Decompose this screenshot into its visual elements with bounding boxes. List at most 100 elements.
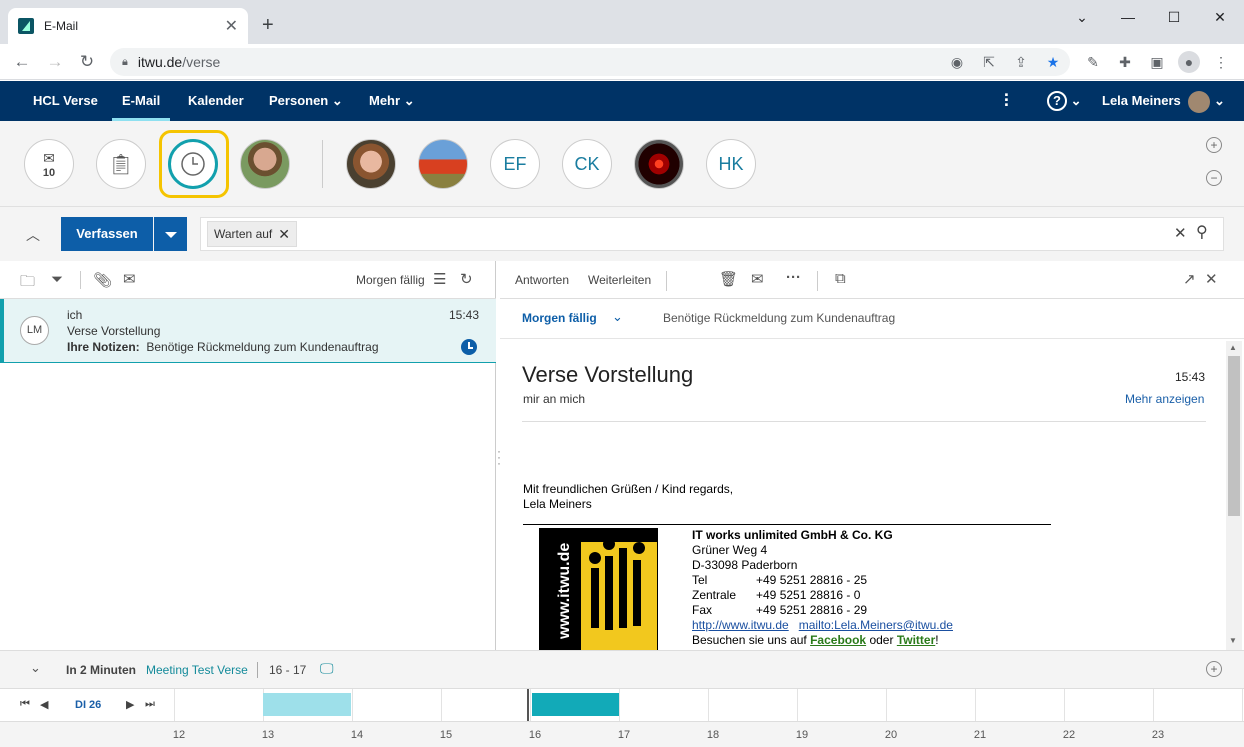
waiting-clock-icon[interactable] [461,339,477,355]
event-title[interactable]: Meeting Test Verse [146,663,248,677]
sender-avatar: LM [20,316,49,345]
signature-rule [523,524,1051,525]
waiting-bubble[interactable] [168,139,218,189]
timeline-hour-divider [1064,689,1065,721]
presentation-icon[interactable]: 🖵︎ [320,660,334,677]
folder-icon[interactable]: 🗀 [20,271,35,296]
sig-central-label: Zentrale [692,588,737,602]
app-navbar: HCL Verse E-Mail Kalender Personen ⌄ Meh… [0,81,1244,121]
chevron-down-icon[interactable]: ⌄ [612,309,623,325]
side-panel-icon[interactable]: ▣ [1148,53,1166,71]
todo-bubble[interactable]: 📋︎ [96,139,146,189]
collapse-up-icon[interactable]: ︿ [26,225,40,245]
twitter-link[interactable]: Twitter [897,633,935,647]
timeline-hour-divider [708,689,709,721]
refresh-icon[interactable]: ↻ [460,270,473,288]
new-tab-icon[interactable]: + [262,14,274,37]
contact-photo-4[interactable] [634,139,684,189]
search-input[interactable] [200,217,1224,251]
contact-photo-1[interactable] [240,139,290,189]
last-day-icon[interactable]: ⏭ [145,698,155,711]
next-day-icon[interactable]: ▶ [126,698,134,711]
share-icon[interactable]: ⇪ [1012,53,1030,71]
contact-photo-2[interactable] [346,139,396,189]
due-label[interactable]: Morgen fällig [522,311,597,325]
close-reading-icon[interactable]: ✕ [1205,270,1218,288]
scroll-down-icon[interactable]: ▼ [1229,636,1237,645]
contact-photo-3[interactable] [418,139,468,189]
sig-fax: +49 5251 28816 - 29 [756,603,868,617]
timeline-hour-label: 21 [973,729,987,741]
sort-label[interactable]: Morgen fällig [356,273,425,287]
contact-hk[interactable]: HK [706,139,756,189]
upcoming-event-bar: ⌄ In 2 Minuten Meeting Test Verse 16 - 1… [0,650,1244,688]
attachment-icon[interactable]: 📎︎ [93,271,112,289]
bookmark-star-icon[interactable]: ★ [1044,53,1062,71]
browser-menu-icon[interactable]: ⋮ [1212,53,1230,71]
meeting-block[interactable] [532,693,619,716]
window-close-icon[interactable]: ✕ [1200,6,1240,28]
extensions-icon[interactable]: ✚ [1116,53,1134,71]
eye-icon[interactable]: ◉ [948,53,966,71]
sig-web-link[interactable]: http://www.itwu.de [692,618,789,632]
activity-stream-icon[interactable]: ⫶ [1004,81,1009,121]
mark-read-icon[interactable]: ✉ [751,270,764,288]
reload-icon[interactable]: ↻ [77,52,97,72]
nav-people[interactable]: Personen ⌄ [269,81,343,121]
nav-email[interactable]: E-Mail [112,81,171,121]
more-options-icon[interactable]: ··· [786,269,801,286]
timeline-day[interactable]: DI 26 [75,699,101,711]
unread-mail-icon[interactable]: ✉ [123,270,136,288]
address-bar[interactable]: 🔒︎ itwu.de/verse [110,48,1070,76]
sig-mail-link[interactable]: mailto:Lela.Meiners@itwu.de [799,618,953,632]
maximize-icon[interactable]: ☐ [1154,6,1194,28]
chip-remove-icon[interactable]: ✕ [278,222,290,246]
busy-block[interactable] [263,693,351,716]
nav-calendar[interactable]: Kalender [188,81,244,121]
zoom-out-icon[interactable]: − [1206,170,1222,186]
back-icon[interactable]: ← [12,52,32,72]
tab-search-icon[interactable]: ⌄ [1062,6,1102,28]
zoom-in-icon[interactable]: + [1206,137,1222,153]
tab-close-icon[interactable]: ✕ [225,16,238,36]
compose-dropdown[interactable] [154,217,187,251]
user-menu[interactable]: Lela Meiners ⌄ [1102,81,1225,121]
expand-icon[interactable]: ↗ [1183,270,1196,288]
first-day-icon[interactable]: ⏮ [20,698,30,711]
previous-day-icon[interactable]: ◀ [40,698,48,711]
add-event-icon[interactable]: + [1206,661,1222,677]
verse-favicon-icon [18,18,34,34]
inbox-bubble[interactable]: ✉ 10 [24,139,74,189]
scroll-up-icon[interactable]: ▲ [1229,343,1237,352]
contact-ck[interactable]: CK [562,139,612,189]
mail-icon: ✉ [43,149,55,166]
facebook-link[interactable]: Facebook [810,633,866,647]
forward-icon[interactable]: → [45,52,65,72]
event-when: In 2 Minuten [66,663,136,677]
search-clear-icon[interactable]: ✕ [1174,224,1187,242]
contact-ef[interactable]: EF [490,139,540,189]
filter-chip[interactable]: Warten auf ✕ [207,221,297,247]
brand-label[interactable]: HCL Verse [33,81,98,121]
filter-icon[interactable]: ⏷ [51,271,63,288]
popout-window-icon[interactable]: ⧉ [835,270,846,287]
pane-resize-handle[interactable]: · · · [497,445,501,469]
forward-button[interactable]: Weiterleiten [588,273,651,287]
trash-icon[interactable]: 🗑︎ [719,270,738,288]
sort-list-icon[interactable]: ☰ [433,270,446,288]
show-more-link[interactable]: Mehr anzeigen [1125,392,1204,406]
open-external-icon[interactable]: ⇱ [980,53,998,71]
chevron-down-icon[interactable]: ⌄ [30,660,41,676]
eyedropper-icon[interactable]: ✎ [1084,53,1102,71]
reply-button[interactable]: Antworten [515,273,569,287]
nav-more-label: Mehr [369,93,401,108]
nav-more[interactable]: Mehr ⌄ [369,81,415,121]
browser-tab[interactable]: E-Mail ✕ [8,8,248,44]
search-icon[interactable]: ⚲ [1196,222,1208,242]
help-menu[interactable]: ? ⌄ [1047,81,1082,121]
scrollbar-thumb[interactable] [1228,356,1240,516]
minimize-icon[interactable]: — [1108,6,1148,28]
sig-city: D-33098 Paderborn [692,558,798,572]
compose-button[interactable]: Verfassen [61,217,153,251]
profile-icon[interactable]: ● [1178,51,1200,73]
